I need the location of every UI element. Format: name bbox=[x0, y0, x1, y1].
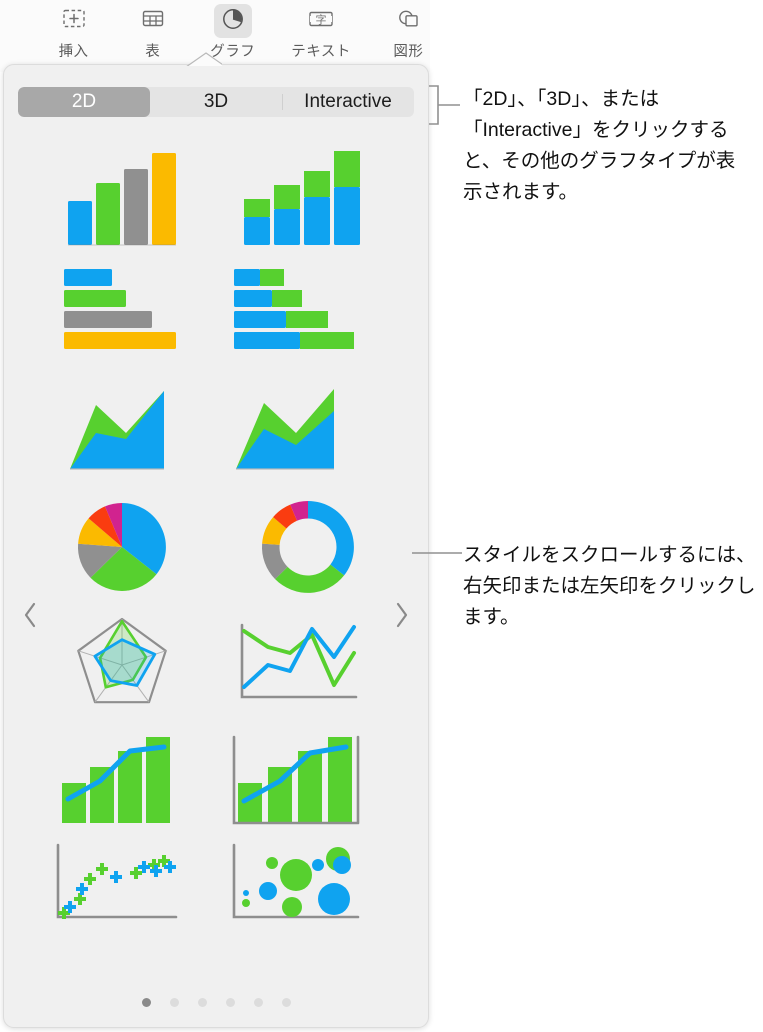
toolbar-item-label: テキスト bbox=[291, 44, 351, 60]
insert-media-icon-wrap bbox=[55, 4, 93, 38]
chart-type-popover: 2D 3D Interactive bbox=[3, 64, 429, 1028]
shape-icon-wrap bbox=[389, 4, 427, 38]
toolbar-item-table[interactable]: 表 bbox=[131, 0, 174, 61]
page-dot-1[interactable] bbox=[141, 998, 151, 1007]
chart-type-pie-chart[interactable] bbox=[32, 489, 208, 607]
page-dot-6[interactable] bbox=[281, 998, 291, 1007]
chart-type-radar-chart[interactable] bbox=[32, 609, 208, 727]
page-dot-5[interactable] bbox=[253, 998, 263, 1007]
callout-leader-1 bbox=[428, 84, 464, 128]
toolbar-item-label: 図形 bbox=[393, 44, 424, 60]
popover-pointer bbox=[186, 52, 222, 66]
chart-type-area-chart[interactable] bbox=[32, 377, 208, 495]
page-indicator[interactable] bbox=[4, 998, 428, 1007]
chart-icon-wrap bbox=[213, 4, 252, 38]
text-icon-wrap: 字 bbox=[302, 4, 340, 38]
chart-type-scatter-chart[interactable] bbox=[32, 837, 208, 955]
toolbar-item-text[interactable]: 字 テキスト bbox=[291, 0, 351, 61]
tab-3d[interactable]: 3D bbox=[150, 87, 282, 117]
page-dot-2[interactable] bbox=[169, 998, 179, 1007]
chart-type-bar-chart[interactable] bbox=[32, 259, 208, 377]
callout-segmented-note: 「2D」、「3D」、または「Interactive」をクリックすると、その他のグ… bbox=[463, 88, 736, 203]
shape-icon bbox=[396, 8, 420, 35]
table-icon bbox=[141, 8, 165, 35]
text-icon: 字 bbox=[307, 8, 335, 35]
page-dot-4[interactable] bbox=[225, 998, 235, 1007]
toolbar-item-shape[interactable]: 図形 bbox=[387, 0, 430, 61]
chart-dimension-segmented-control[interactable]: 2D 3D Interactive bbox=[18, 87, 414, 117]
insert-media-icon bbox=[62, 8, 86, 35]
svg-text:字: 字 bbox=[316, 12, 327, 26]
chart-type-stacked-area-chart[interactable] bbox=[216, 377, 392, 495]
tab-2d[interactable]: 2D bbox=[18, 87, 150, 117]
previous-styles-arrow[interactable] bbox=[18, 595, 44, 635]
chart-type-line-chart[interactable] bbox=[216, 609, 392, 727]
page-dot-3[interactable] bbox=[197, 998, 207, 1007]
chart-type-grid bbox=[4, 137, 428, 982]
chart-type-two-axis-chart[interactable] bbox=[216, 725, 392, 843]
chart-type-donut-chart[interactable] bbox=[216, 489, 392, 607]
callout-leader-2 bbox=[412, 543, 466, 563]
table-icon-wrap bbox=[134, 4, 172, 38]
chart-picker-screenshot: 挿入 表 グラフ 字 テキスト 図形 2D 3D Interactive 「2D… bbox=[0, 0, 763, 1032]
toolbar-item-label: 挿入 bbox=[58, 44, 89, 60]
next-styles-arrow[interactable] bbox=[388, 595, 414, 635]
chart-type-stacked-bar-chart[interactable] bbox=[216, 259, 392, 377]
chart-icon bbox=[221, 7, 245, 36]
chart-type-column-chart[interactable] bbox=[32, 137, 208, 255]
callout-scroll-note: スタイルをスクロールするには、右矢印または左矢印をクリックします。 bbox=[463, 544, 756, 628]
chart-type-bubble-chart[interactable] bbox=[216, 837, 392, 955]
toolbar-item-label: 表 bbox=[145, 44, 161, 60]
chart-type-combo-chart[interactable] bbox=[32, 725, 208, 843]
tab-interactive[interactable]: Interactive bbox=[282, 87, 414, 117]
toolbar-item-insert[interactable]: 挿入 bbox=[52, 0, 95, 61]
chart-type-stacked-column-chart[interactable] bbox=[216, 137, 392, 255]
